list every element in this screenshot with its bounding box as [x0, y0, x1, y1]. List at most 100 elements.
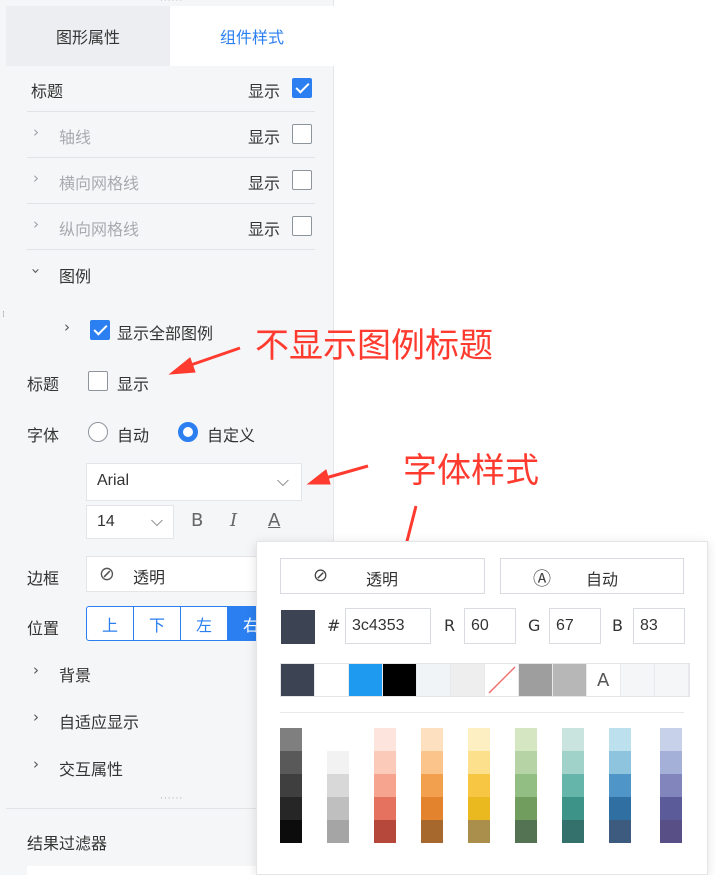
palette-color-swatch[interactable] [609, 797, 631, 820]
title-show-checkbox[interactable] [292, 78, 312, 98]
palette-column [327, 728, 349, 843]
recent-color-swatch[interactable] [349, 664, 383, 696]
palette-color-swatch[interactable] [660, 797, 682, 820]
palette-color-swatch[interactable] [421, 774, 443, 797]
palette-column [374, 728, 396, 843]
palette-color-swatch[interactable] [660, 774, 682, 797]
auto-color-button[interactable]: Ⓐ 自动 [500, 558, 684, 594]
font-auto-radio[interactable] [88, 422, 108, 442]
hgrid-row[interactable]: › 横向网格线 显示 [27, 158, 315, 204]
palette-color-swatch[interactable] [468, 751, 490, 774]
palette-color-swatch[interactable] [515, 820, 537, 843]
resize-grip-bottom[interactable]: ······ [160, 795, 183, 804]
r-input[interactable]: 60 [464, 608, 516, 644]
tab-graphic-properties[interactable]: 图形属性 [6, 6, 170, 66]
vgrid-row[interactable]: › 纵向网格线 显示 [27, 204, 315, 250]
recent-color-swatch[interactable] [451, 664, 485, 696]
recent-color-swatch[interactable] [655, 664, 689, 696]
legend-title-label: 标题 [27, 375, 60, 394]
palette-color-swatch[interactable] [280, 751, 302, 774]
palette-color-swatch[interactable] [468, 820, 490, 843]
italic-button[interactable]: I [230, 510, 237, 531]
palette-color-swatch[interactable] [280, 774, 302, 797]
palette-color-swatch[interactable] [562, 820, 584, 843]
underline-button[interactable]: A [268, 510, 280, 531]
palette-color-swatch[interactable] [515, 728, 537, 751]
axis-row[interactable]: › 轴线 显示 [27, 112, 315, 158]
palette-color-swatch[interactable] [421, 751, 443, 774]
section-adaptive-label: 自适应显示 [59, 713, 140, 732]
recent-color-swatch[interactable]: A [587, 664, 621, 696]
bold-button[interactable]: B [191, 510, 203, 531]
font-size-select[interactable]: 14 ⌵ [86, 505, 174, 539]
g-input[interactable]: 67 [549, 608, 601, 644]
palette-color-swatch[interactable] [660, 728, 682, 751]
position-bottom-button[interactable]: 下 [133, 606, 181, 641]
hex-hash-label: # [327, 616, 341, 635]
palette-color-swatch[interactable] [468, 797, 490, 820]
legend-title-checkbox[interactable] [88, 371, 108, 391]
palette-color-swatch[interactable] [421, 728, 443, 751]
hgrid-show-checkbox[interactable] [292, 170, 312, 190]
palette-color-swatch[interactable] [609, 774, 631, 797]
b-input[interactable]: 83 [633, 608, 685, 644]
palette-color-swatch[interactable] [280, 820, 302, 843]
palette-color-swatch[interactable] [562, 797, 584, 820]
palette-color-swatch[interactable] [468, 774, 490, 797]
hex-input[interactable]: 3c4353 [345, 608, 431, 644]
palette-color-swatch[interactable] [374, 774, 396, 797]
palette-color-swatch[interactable] [327, 751, 349, 774]
resize-grip-top[interactable]: ······ [160, 0, 183, 6]
palette-color-swatch[interactable] [374, 751, 396, 774]
axis-show-checkbox[interactable] [292, 124, 312, 144]
vgrid-show-checkbox[interactable] [292, 216, 312, 236]
no-color-icon [488, 666, 516, 694]
palette-color-swatch[interactable] [515, 751, 537, 774]
show-all-legend-checkbox[interactable] [90, 320, 110, 340]
transparent-button[interactable]: ⊘ 透明 [280, 558, 485, 594]
palette-color-swatch[interactable] [660, 820, 682, 843]
font-family-select[interactable]: Arial ⌵ [86, 463, 302, 501]
recent-color-swatch[interactable] [485, 664, 519, 696]
palette-color-swatch[interactable] [468, 728, 490, 751]
border-value: 透明 [133, 568, 166, 587]
palette-color-swatch[interactable] [327, 820, 349, 843]
recent-color-swatch[interactable] [383, 664, 417, 696]
border-color-select[interactable]: ⊘ 透明 [86, 556, 266, 592]
palette-color-swatch[interactable] [562, 751, 584, 774]
palette-color-swatch[interactable] [660, 751, 682, 774]
tab-component-style[interactable]: 组件样式 [170, 6, 334, 66]
palette-color-swatch[interactable] [609, 751, 631, 774]
palette-color-swatch[interactable] [421, 820, 443, 843]
font-custom-radio[interactable] [178, 422, 198, 442]
palette-color-swatch[interactable] [609, 820, 631, 843]
palette-color-swatch[interactable] [327, 797, 349, 820]
resize-grip-side[interactable]: ⁞ [2, 311, 6, 320]
palette-color-swatch[interactable] [515, 774, 537, 797]
position-left-button[interactable]: 左 [180, 606, 228, 641]
palette-color-swatch[interactable] [374, 820, 396, 843]
palette-color-swatch[interactable] [280, 728, 302, 751]
recent-color-swatch[interactable] [417, 664, 451, 696]
palette-color-swatch[interactable] [609, 728, 631, 751]
palette-color-swatch[interactable] [515, 797, 537, 820]
palette-color-swatch[interactable] [374, 797, 396, 820]
palette-color-swatch[interactable] [562, 774, 584, 797]
recent-color-swatch[interactable] [621, 664, 655, 696]
font-custom-label: 自定义 [207, 426, 256, 445]
palette-color-swatch[interactable] [327, 728, 349, 751]
recent-color-swatch[interactable] [519, 664, 553, 696]
picker-separator [280, 712, 684, 713]
palette-color-swatch[interactable] [562, 728, 584, 751]
recent-color-swatch[interactable] [315, 664, 349, 696]
recent-color-swatch[interactable] [281, 664, 315, 696]
chevron-right-icon[interactable]: › [64, 318, 70, 336]
palette-color-swatch[interactable] [421, 797, 443, 820]
position-top-button[interactable]: 上 [86, 606, 134, 641]
palette-color-swatch[interactable] [327, 774, 349, 797]
palette-color-swatch[interactable] [374, 728, 396, 751]
auto-color-button-label: 自动 [586, 570, 619, 589]
legend-header[interactable]: › 图例 [27, 250, 315, 296]
recent-color-swatch[interactable] [553, 664, 587, 696]
palette-color-swatch[interactable] [280, 797, 302, 820]
